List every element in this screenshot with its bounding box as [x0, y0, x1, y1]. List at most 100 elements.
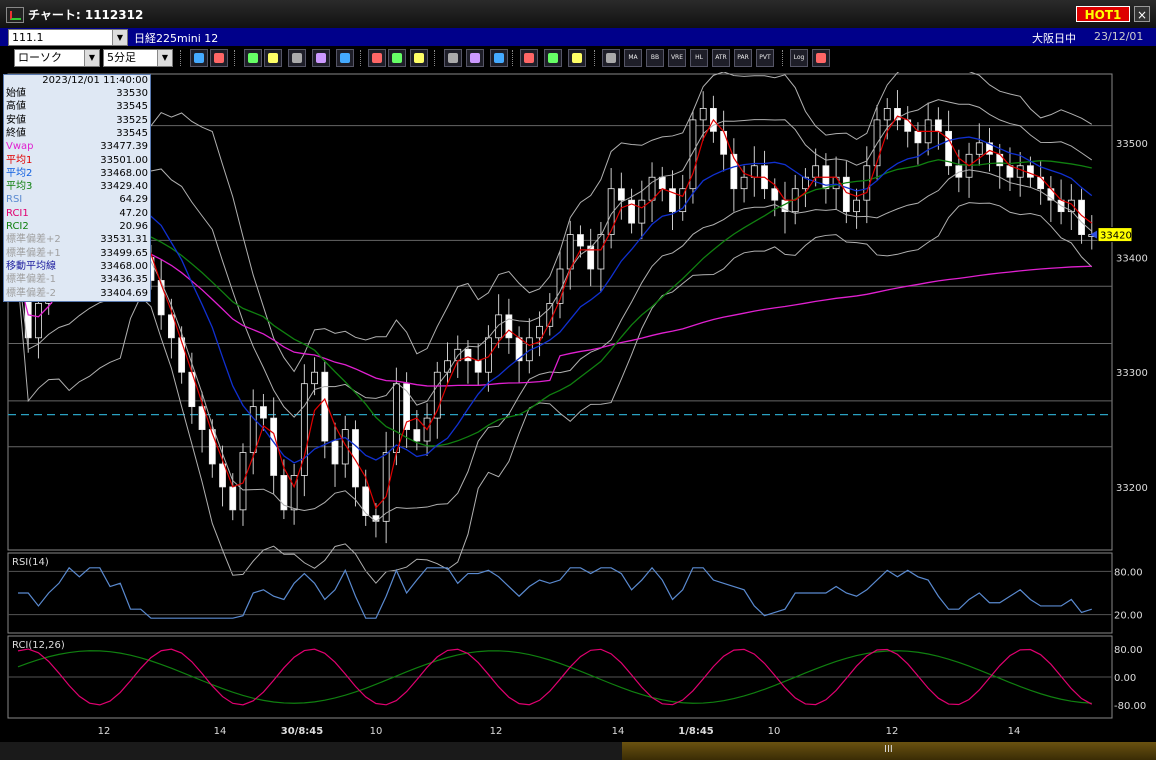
candle-body: [1006, 165, 1014, 178]
data-panel-label: RCI2: [6, 221, 29, 232]
data-panel-row: 終値 33545: [6, 127, 148, 140]
time-tick-label: 14: [612, 726, 625, 737]
cursor-icon[interactable]: [466, 49, 484, 67]
scroll-bar[interactable]: III: [0, 742, 1156, 760]
data-panel-value: 33525: [116, 114, 148, 126]
candle-body: [270, 417, 278, 476]
candle-body: [311, 371, 318, 385]
scroll-thumb[interactable]: III: [622, 742, 1156, 760]
data-panel-row: 標準偏差-1 33436.35: [6, 273, 148, 286]
symbol-combo[interactable]: 111.1 ▼: [8, 29, 128, 46]
toolbar-hl-button[interactable]: HL: [690, 49, 708, 67]
hot-button[interactable]: HOT1: [1076, 6, 1130, 22]
scroll-handle: III: [884, 744, 893, 755]
paint-icon[interactable]: [520, 49, 538, 67]
candle-body: [219, 463, 226, 488]
candle-body: [341, 429, 349, 465]
grid-icon[interactable]: [602, 49, 620, 67]
crosshair-icon[interactable]: [210, 49, 228, 67]
data-panel-value: 33404.69: [100, 287, 148, 299]
close-icon[interactable]: ×: [1134, 6, 1150, 22]
chart-area[interactable]: 33500 33400 33300 33200 33420 RSI(14) 80.00 20.…: [0, 72, 1156, 742]
data-panel-row: RSI 64.29: [6, 193, 148, 206]
rci-tick-label: 0.00: [1114, 673, 1136, 684]
candle-body: [1016, 165, 1024, 178]
data-panel-row: 移動平均線 33468.00: [6, 260, 148, 273]
data-panel-row: RCI2 20.96: [6, 220, 148, 233]
time-tick-label: 14: [1008, 726, 1021, 737]
chevron-down-icon[interactable]: ▼: [84, 50, 99, 66]
candle-body: [658, 176, 666, 190]
data-panel-row: 平均3 33429.40: [6, 180, 148, 193]
sheet-icon[interactable]: [812, 49, 830, 67]
toolbar-vre-button[interactable]: VRE: [668, 49, 686, 67]
chart-type-select[interactable]: ローソク ▼: [14, 49, 100, 67]
data-panel-value: 33429.40: [100, 181, 148, 193]
bar-icon[interactable]: [388, 49, 406, 67]
candle-body: [617, 188, 625, 201]
color-icon[interactable]: [568, 49, 586, 67]
zoom-icon[interactable]: [190, 49, 208, 67]
candle-body: [249, 406, 257, 453]
candle-body: [352, 429, 359, 488]
candle-body: [832, 176, 840, 190]
rci-title: RCI(12,26): [12, 640, 65, 651]
candle-body: [863, 165, 871, 201]
time-tick-label: 1/8:45: [678, 726, 714, 737]
time-tick-label: 30/8:45: [281, 726, 323, 737]
candle-body: [1027, 165, 1034, 178]
toolbar-separator: [594, 50, 598, 66]
trend-icon[interactable]: [244, 49, 262, 67]
bar-icon[interactable]: [368, 49, 386, 67]
candle-body: [914, 130, 922, 144]
interval-select[interactable]: 5分足 ▼: [103, 49, 173, 67]
time-tick-label: 12: [886, 726, 899, 737]
data-panel-value: 33501.00: [100, 154, 148, 166]
data-panel-value: 64.29: [119, 194, 148, 206]
pen-icon[interactable]: [444, 49, 462, 67]
candle-body: [730, 153, 738, 190]
time-tick-label: 12: [98, 726, 111, 737]
time-tick-label: 10: [768, 726, 781, 737]
candle-body: [331, 440, 339, 465]
toolbar-par-button[interactable]: PAR: [734, 49, 752, 67]
candle-body: [699, 108, 707, 121]
candle-body: [464, 348, 472, 362]
data-panel-value: 33468.00: [100, 167, 148, 179]
all-icon[interactable]: [410, 49, 428, 67]
toolbar-atr-button[interactable]: ATR: [712, 49, 730, 67]
candle-body: [720, 130, 728, 155]
settings-icon[interactable]: [336, 49, 354, 67]
data-panel-label: 高値: [6, 101, 26, 113]
brush-icon[interactable]: [544, 49, 562, 67]
data-panel-row: 始値 33530: [6, 87, 148, 100]
data-panel-value: 20.96: [119, 221, 148, 232]
chevron-down-icon[interactable]: ▼: [112, 30, 127, 45]
time-tick-label: 12: [490, 726, 503, 737]
toolbar-log-button[interactable]: Log: [790, 49, 808, 67]
rsi-panel: [7, 552, 1113, 634]
candle-body: [413, 429, 421, 442]
toolbar-separator: [782, 50, 786, 66]
price-tick-label: 33400: [1116, 254, 1148, 265]
arrow-icon[interactable]: [490, 49, 508, 67]
find-icon[interactable]: [264, 49, 282, 67]
data-panel-value: 33499.65: [100, 247, 148, 259]
candle-body: [934, 119, 942, 132]
window-titlebar: チャート: 1112312 HOT1 ×: [0, 0, 1156, 28]
grid-icon[interactable]: [288, 49, 306, 67]
candle-body: [362, 486, 370, 516]
candle-body: [239, 452, 247, 511]
price-tick-label: 33200: [1116, 483, 1148, 494]
chevron-down-icon[interactable]: ▼: [157, 50, 172, 66]
toolbar-bb-button[interactable]: BB: [646, 49, 664, 67]
toolbar-ma-button[interactable]: MA: [624, 49, 642, 67]
data-panel-label: 平均1: [6, 154, 33, 166]
candle-body: [474, 360, 482, 373]
candle-body: [392, 383, 400, 453]
candle-body: [975, 142, 983, 155]
window-title: チャート: 1112312: [28, 8, 144, 22]
toolbar-pvt-button[interactable]: PVT: [756, 49, 774, 67]
candle-icon[interactable]: [312, 49, 330, 67]
candle-body: [597, 234, 605, 270]
